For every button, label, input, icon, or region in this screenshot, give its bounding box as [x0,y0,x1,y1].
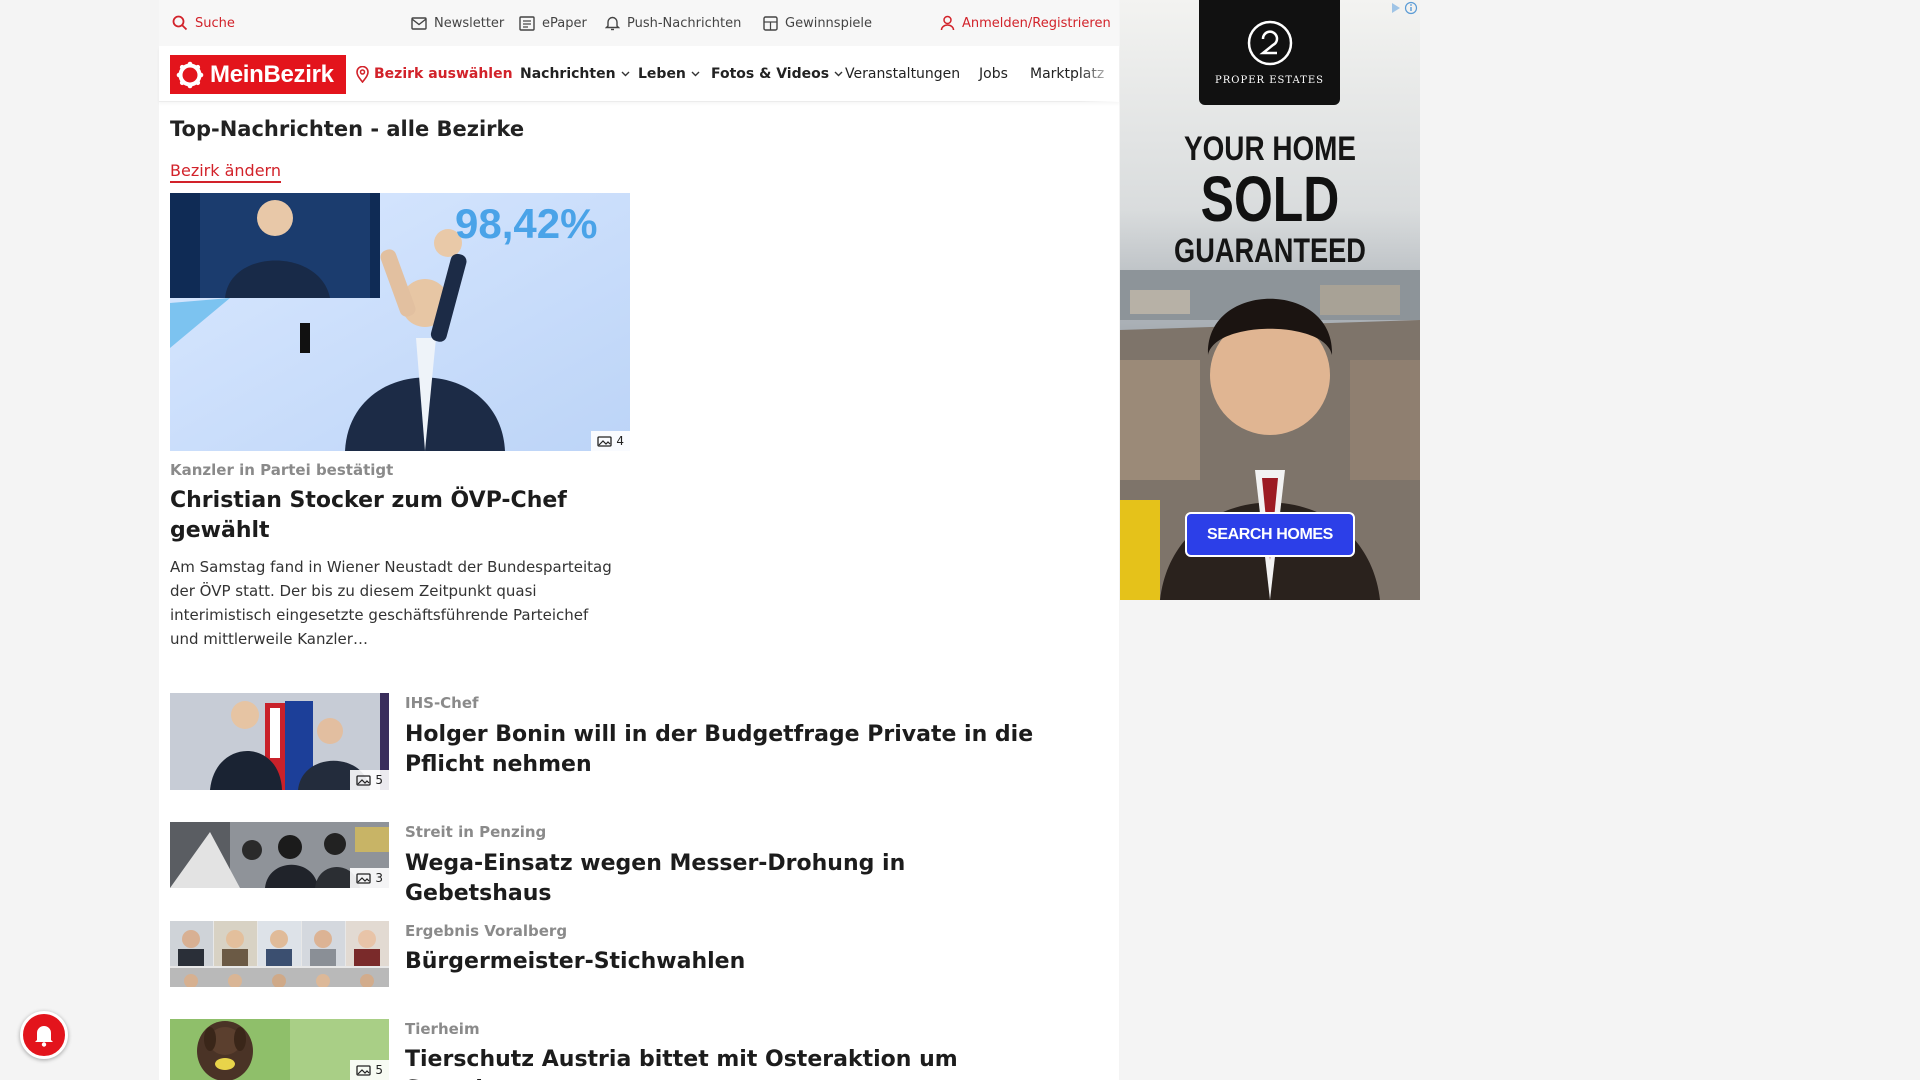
nav-veranstaltungen[interactable]: Veranstaltungen [845,46,960,102]
notification-bell-button[interactable] [20,1011,68,1059]
bell-icon [35,1026,53,1047]
ad-choices-badge[interactable] [1388,0,1420,16]
lead-teaser: Am Samstag fand in Wiener Neustadt der B… [170,558,612,648]
camera-icon [597,436,613,447]
article-photo [170,921,389,987]
chevron-down-icon [834,71,843,77]
logo-text: MeinBezirk [210,60,334,88]
nav-nachrichten-label: Nachrichten [520,66,616,82]
epaper-label: ePaper [542,15,587,31]
search-icon [172,15,188,31]
nav-jobs[interactable]: Jobs [979,46,1008,102]
article-thumbnail[interactable]: 3 [170,822,389,888]
page: Suche Newsletter ePaper Push-Nachrichten… [0,0,1920,1080]
lead-photo: 98,42% [170,193,630,451]
article-headline[interactable]: Tierschutz Austria bittet mit Osteraktio… [405,1045,1055,1080]
article-kicker: Streit in Penzing [405,823,547,841]
main-nav: MeinBezirk Bezirk auswählen Nachrichten … [159,46,1119,102]
article-thumbnail[interactable]: 5 [170,1019,389,1080]
image-count: 3 [375,871,383,885]
epaper-link[interactable]: ePaper [519,0,587,46]
image-count: 5 [375,773,383,787]
nav-jobs-label: Jobs [979,66,1008,82]
newspaper-icon [519,15,535,31]
gift-icon [763,15,778,31]
image-count-badge: 5 [350,1060,389,1080]
ad-headline-line2: SOLD [1200,163,1340,235]
ad-headline-line3: GUARANTEED [1174,232,1366,270]
page-title: Top-Nachrichten - alle Bezirke [170,117,525,141]
bell-icon [605,16,620,31]
article-thumbnail[interactable]: 5 [170,693,389,790]
article-thumbnail[interactable] [170,921,389,987]
article-kicker: Ergebnis Voralberg [405,922,568,940]
nav-fade [1079,46,1119,102]
search-label: Suche [195,15,235,31]
camera-icon [356,1065,372,1076]
search-link[interactable]: Suche [172,0,235,46]
user-icon [940,15,955,31]
nav-nachrichten[interactable]: Nachrichten [520,46,630,102]
camera-icon [356,873,372,884]
article-headline[interactable]: Wega-Einsatz wegen Messer-Drohung in Geb… [405,849,1055,909]
push-label: Push-Nachrichten [627,15,742,31]
push-link[interactable]: Push-Nachrichten [605,0,741,46]
chevron-down-icon [691,71,700,77]
adchoices-icon [1392,1,1418,15]
ad-brand-name: PROPER ESTATES [1215,75,1324,86]
ad-brand-logo: PROPER ESTATES [1199,0,1340,105]
lead-article-image[interactable]: 98,42% 4 [170,193,630,451]
nav-fotos-videos-label: Fotos & Videos [711,66,830,82]
lead-headline[interactable]: Christian Stocker zum ÖVP-Chef gewählt [170,486,620,546]
gewinnspiele-label: Gewinnspiele [785,15,873,31]
advertisement-banner[interactable]: PROPER ESTATES YOUR HOME SOLD GUARANTEED… [1120,0,1420,600]
image-count-badge: 4 [591,431,630,451]
mail-icon [411,16,427,30]
login-label: Anmelden/Registrieren [962,15,1111,31]
bezirk-select[interactable]: Bezirk auswählen [356,46,513,102]
nav-fotos-videos[interactable]: Fotos & Videos [711,46,843,102]
nav-leben-label: Leben [638,66,686,82]
change-bezirk-link[interactable]: Bezirk ändern [170,161,281,183]
image-count: 5 [375,1063,383,1077]
utility-bar: Suche Newsletter ePaper Push-Nachrichten… [159,0,1119,46]
camera-icon [356,775,372,786]
nav-veranstaltungen-label: Veranstaltungen [845,66,961,82]
image-count-badge: 3 [350,868,389,888]
chevron-down-icon [621,71,630,77]
newsletter-label: Newsletter [434,15,505,31]
newsletter-link[interactable]: Newsletter [411,0,504,46]
nav-leben[interactable]: Leben [638,46,700,102]
login-link[interactable]: Anmelden/Registrieren [940,0,1111,46]
brand-mark-icon [1247,20,1292,66]
logo-icon [176,61,204,88]
article-headline[interactable]: Holger Bonin will in der Budgetfrage Pri… [405,720,1055,780]
location-pin-icon [356,65,369,83]
article-kicker: Tierheim [405,1020,480,1038]
ad-search-homes-button[interactable]: SEARCH HOMES [1185,512,1355,557]
lead-image-overlay: 98,42% [455,200,597,247]
gewinnspiele-link[interactable]: Gewinnspiele [763,0,872,46]
image-count: 4 [616,434,624,448]
article-headline[interactable]: Bürgermeister-Stichwahlen [405,947,1055,977]
lead-kicker: Kanzler in Partei bestätigt [170,461,394,479]
site-logo[interactable]: MeinBezirk [170,55,346,94]
image-count-badge: 5 [350,770,389,790]
article-kicker: IHS-Chef [405,694,479,712]
bezirk-label: Bezirk auswählen [374,66,513,82]
